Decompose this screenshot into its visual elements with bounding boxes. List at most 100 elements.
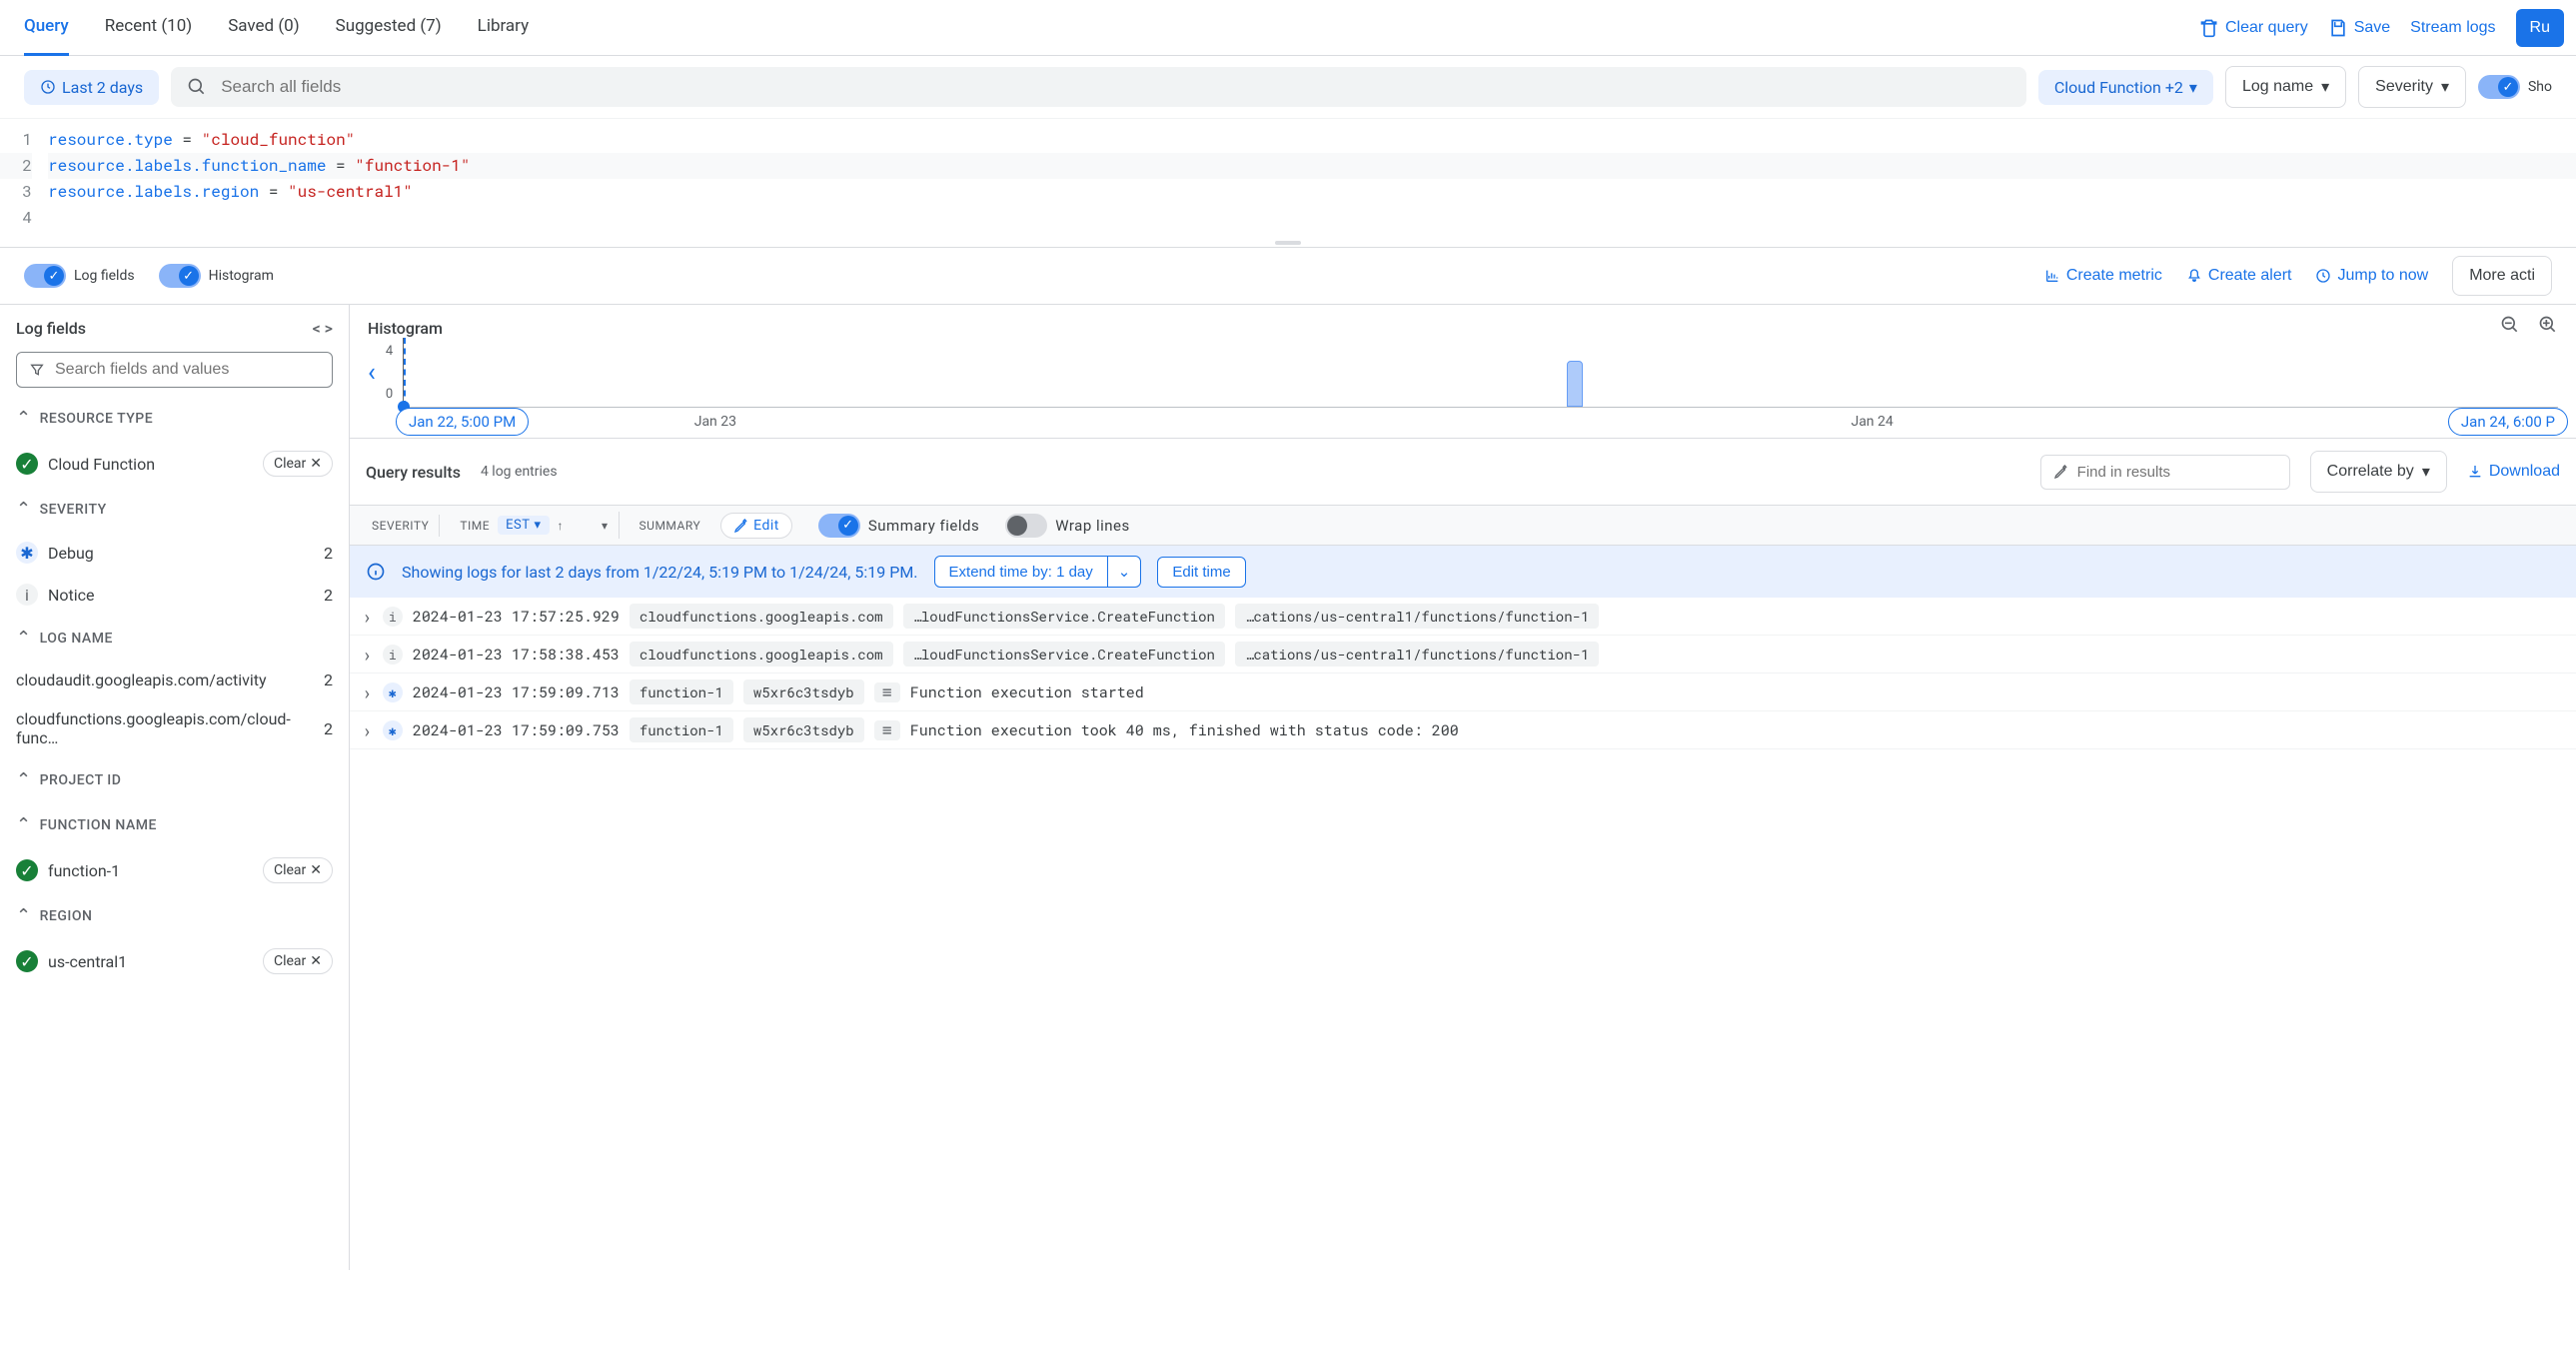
search-all-fields[interactable] (171, 67, 2026, 107)
section-region[interactable]: ⌃REGION (0, 893, 349, 938)
wrap-lines-toggle[interactable] (1005, 514, 1047, 538)
time-range-chip[interactable]: Last 2 days (24, 70, 159, 105)
stream-logs-button[interactable]: Stream logs (2410, 19, 2495, 37)
expand-icon[interactable]: › (362, 718, 373, 742)
query-editor[interactable]: 1234 resource.type = "cloud_function" re… (0, 119, 2576, 239)
create-alert-button[interactable]: Create alert (2186, 267, 2292, 285)
time-start-chip[interactable]: Jan 22, 5:00 PM (396, 408, 529, 436)
log-chip[interactable]: …loudFunctionsService.CreateFunction (903, 642, 1225, 667)
log-chip[interactable]: …loudFunctionsService.CreateFunction (903, 604, 1225, 629)
panel-collapse-icon[interactable]: < > (313, 319, 333, 338)
log-fields-title: Log fields (16, 319, 86, 338)
logname-cloudfunc[interactable]: cloudfunctions.googleapis.com/cloud-func… (0, 699, 349, 757)
log-chip[interactable]: …cations/us-central1/functions/function-… (1235, 604, 1599, 629)
tab-saved[interactable]: Saved (0) (228, 0, 299, 56)
tab-query[interactable]: Query (24, 0, 69, 56)
timestamp: 2024-01-23 17:57:25.929 (413, 607, 620, 627)
histogram-panel: Histogram ‹ 4 0 Jan 22, 5:00 PM Ja (350, 305, 2576, 438)
clear-function-name[interactable]: Clear ✕ (263, 857, 333, 883)
resource-filter-chip[interactable]: Cloud Function +2 ▾ (2038, 70, 2213, 105)
expand-icon[interactable]: › (362, 605, 373, 629)
time-menu-icon[interactable]: ▾ (602, 519, 609, 533)
tab-suggested[interactable]: Suggested (7) (336, 0, 442, 56)
log-chip[interactable]: function-1 (630, 679, 733, 704)
edit-columns-button[interactable]: Edit (720, 513, 792, 539)
function-name-value[interactable]: ✓ function-1 Clear ✕ (0, 847, 349, 893)
extend-time-menu[interactable]: ⌄ (1108, 556, 1142, 588)
run-query-button[interactable]: Ru (2516, 9, 2564, 47)
download-button[interactable]: Download (2467, 463, 2560, 481)
clear-resource-type[interactable]: Clear ✕ (263, 451, 333, 477)
expand-icon[interactable]: › (362, 680, 373, 704)
col-severity[interactable]: SEVERITY (362, 515, 440, 537)
pencil-icon (2053, 464, 2069, 480)
resize-grip[interactable] (0, 239, 2576, 247)
expand-icon[interactable]: › (362, 643, 373, 667)
jump-to-now-button[interactable]: Jump to now (2315, 267, 2428, 285)
info-icon: i (16, 584, 38, 606)
logname-activity[interactable]: cloudaudit.googleapis.com/activity 2 (0, 661, 349, 699)
clear-region[interactable]: Clear ✕ (263, 948, 333, 974)
log-message: Function execution started (910, 682, 1144, 702)
col-time[interactable]: TIME EST ▾ ↑ ▾ (450, 512, 619, 539)
save-icon (2328, 18, 2348, 38)
clear-query-button[interactable]: Clear query (2199, 18, 2308, 38)
create-metric-button[interactable]: Create metric (2044, 267, 2162, 285)
search-input[interactable] (221, 77, 2010, 97)
correlate-by-button[interactable]: Correlate by ▾ (2310, 451, 2447, 493)
histogram-bar[interactable] (1567, 361, 1583, 407)
severity-notice[interactable]: i Notice 2 (0, 574, 349, 616)
show-query-toggle[interactable] (2478, 75, 2520, 99)
timezone-chip[interactable]: EST ▾ (498, 516, 549, 535)
download-icon (2467, 464, 2483, 480)
zoom-out-icon[interactable] (2500, 315, 2520, 335)
tab-library[interactable]: Library (478, 0, 529, 56)
log-chip[interactable]: …cations/us-central1/functions/function-… (1235, 642, 1599, 667)
summary-fields-toggle[interactable] (818, 514, 860, 538)
find-in-results[interactable] (2040, 455, 2290, 490)
histogram-label: Histogram (209, 268, 274, 284)
log-menu-icon[interactable]: ≡ (874, 682, 900, 702)
timestamp: 2024-01-23 17:59:09.713 (413, 682, 620, 702)
resource-type-value[interactable]: ✓ Cloud Function Clear ✕ (0, 441, 349, 487)
log-fields-panel: Log fields < > ⌃RESOURCE TYPE ✓ Cloud Fu… (0, 305, 350, 1270)
log-chip[interactable]: w5xr6c3tsdyb (743, 717, 864, 742)
severity-debug[interactable]: ✱ Debug 2 (0, 532, 349, 574)
time-end-chip[interactable]: Jan 24, 6:00 P (2448, 408, 2568, 436)
more-actions-button[interactable]: More acti (2452, 256, 2552, 296)
section-function-name[interactable]: ⌃FUNCTION NAME (0, 802, 349, 847)
tab-recent[interactable]: Recent (10) (105, 0, 192, 56)
sort-asc-icon[interactable]: ↑ (558, 519, 565, 533)
histogram-prev[interactable]: ‹ (368, 358, 376, 388)
info-icon: i (383, 607, 403, 627)
editor-code[interactable]: resource.type = "cloud_function" resourc… (40, 127, 2576, 231)
section-severity[interactable]: ⌃SEVERITY (0, 487, 349, 532)
log-menu-icon[interactable]: ≡ (874, 720, 900, 740)
log-chip[interactable]: w5xr6c3tsdyb (743, 679, 864, 704)
section-project-id[interactable]: ⌃PROJECT ID (0, 757, 349, 802)
log-chip[interactable]: function-1 (630, 717, 733, 742)
zoom-in-icon[interactable] (2538, 315, 2558, 335)
region-value[interactable]: ✓ us-central1 Clear ✕ (0, 938, 349, 984)
extend-time-button[interactable]: Extend time by: 1 day (934, 556, 1108, 588)
log-row[interactable]: ›i2024-01-23 17:58:38.453cloudfunctions.… (350, 636, 2576, 673)
edit-time-button[interactable]: Edit time (1157, 557, 1245, 588)
section-log-name[interactable]: ⌃LOG NAME (0, 616, 349, 661)
section-resource-type[interactable]: ⌃RESOURCE TYPE (0, 396, 349, 441)
histogram-toggle[interactable] (159, 264, 201, 288)
fields-filter-input[interactable] (16, 352, 333, 388)
log-chip[interactable]: cloudfunctions.googleapis.com (630, 642, 893, 667)
col-summary: SUMMARY (630, 515, 711, 537)
log-name-filter[interactable]: Log name ▾ (2225, 66, 2346, 108)
log-row[interactable]: ›✱2024-01-23 17:59:09.753function-1w5xr6… (350, 711, 2576, 749)
log-fields-toggle[interactable] (24, 264, 66, 288)
histogram-chart[interactable] (403, 338, 2558, 408)
chart-icon (2044, 268, 2060, 284)
top-tabs: Query Recent (10) Saved (0) Suggested (7… (0, 0, 2576, 56)
log-row[interactable]: › i 2024-01-23 17:57:25.929 cloudfunctions.… (350, 598, 2576, 636)
log-message: Function execution took 40 ms, finished … (910, 720, 1459, 740)
log-chip[interactable]: cloudfunctions.googleapis.com (630, 604, 893, 629)
severity-filter[interactable]: Severity ▾ (2358, 66, 2466, 108)
save-button[interactable]: Save (2328, 18, 2390, 38)
log-row[interactable]: ›✱2024-01-23 17:59:09.713function-1w5xr6… (350, 673, 2576, 711)
